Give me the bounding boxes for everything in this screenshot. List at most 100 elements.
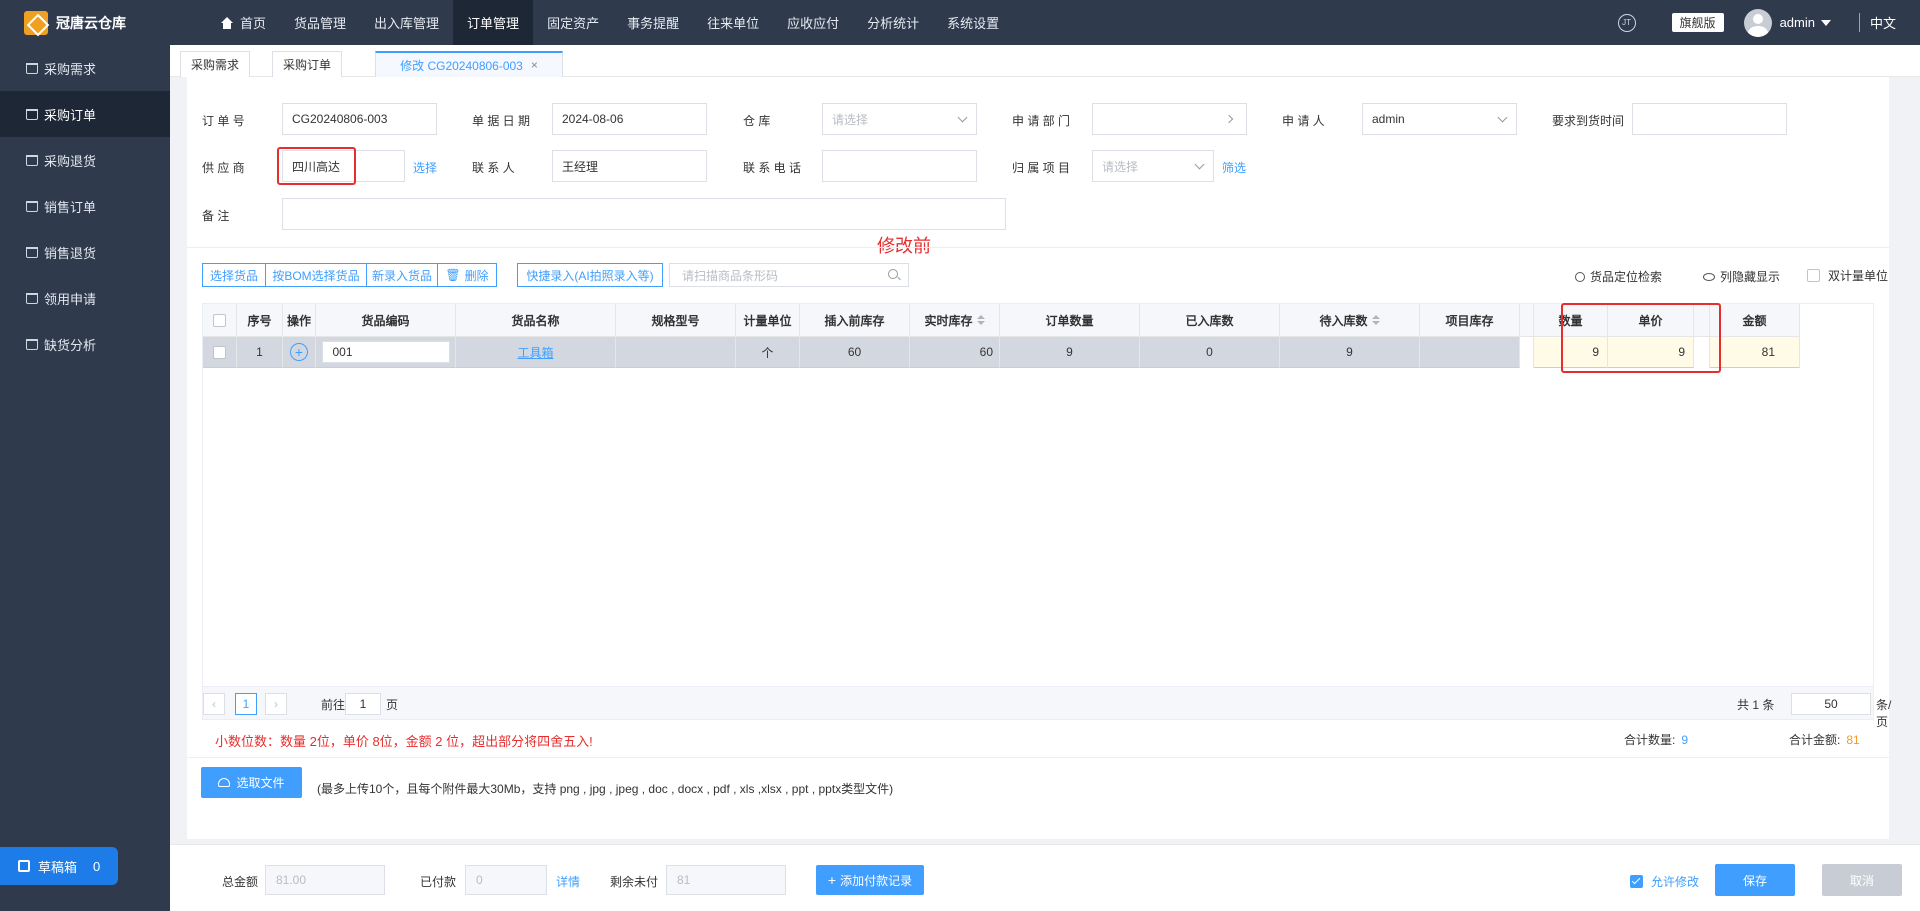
nav-orders[interactable]: 订单管理 [453, 0, 534, 45]
remark-input[interactable] [282, 198, 1006, 230]
tab-edit-order[interactable]: 修改 CG20240806-003 × [375, 51, 563, 77]
bag-icon [26, 200, 38, 212]
col-header: 序号 [237, 304, 283, 337]
project-label: 归 属 项 目 [1012, 161, 1071, 175]
col-header: 金额 [1710, 304, 1800, 337]
col-header: 计量单位 [736, 304, 800, 337]
sidebar-item-shortage[interactable]: 缺货分析 [0, 321, 170, 367]
quick-entry-button[interactable]: 快捷录入(AI拍照录入等) [517, 263, 663, 287]
paid-label: 已付款 [420, 875, 457, 889]
row-checkbox[interactable] [203, 337, 237, 368]
phone-input[interactable] [822, 150, 977, 182]
delete-button[interactable]: 🗑 删除 [437, 263, 497, 287]
col-header-sortable[interactable]: 待入库数 [1280, 304, 1420, 337]
app-logo[interactable]: 冠唐云仓库 [0, 0, 170, 45]
remark-label: 备 注 [202, 209, 230, 223]
bom-select-button[interactable]: 按BOM选择货品 [265, 263, 367, 287]
header-select-all[interactable] [203, 304, 237, 337]
cart-icon [26, 338, 38, 350]
select-supplier-link[interactable]: 选择 [413, 159, 437, 176]
divider [187, 757, 1889, 758]
nav-assets[interactable]: 固定资产 [533, 0, 613, 45]
close-icon[interactable]: × [531, 58, 538, 72]
cell-in-qty: 0 [1140, 337, 1280, 368]
annotation-box-qty-price [1561, 303, 1721, 373]
allow-edit-checkbox[interactable]: 允许修改 [1630, 873, 1699, 890]
page-number[interactable]: 1 [235, 693, 257, 715]
dual-unit-checkbox[interactable]: 双计量单位 [1807, 267, 1888, 284]
supplier-label: 供 应 商 [202, 161, 245, 175]
nav-settings[interactable]: 系统设置 [933, 0, 1013, 45]
sidebar-item-requisition[interactable]: 领用申请 [0, 275, 170, 321]
upload-tip: (最多上传10个，且每个附件最大30Mb，支持 png , jpg , jpeg… [317, 782, 894, 796]
upload-file-button[interactable]: 选取文件 [201, 767, 302, 798]
edition-badge: 旗舰版 [1671, 13, 1724, 32]
top-bar: 冠唐云仓库 首页 货品管理 出入库管理 订单管理 固定资产 事务提醒 往来单位 … [0, 0, 1920, 45]
sidebar-item-sales-order[interactable]: 销售订单 [0, 183, 170, 229]
applicant-select[interactable]: admin [1362, 103, 1517, 135]
draft-box-button[interactable]: 草稿箱 0 [0, 847, 118, 885]
caret-down-icon[interactable] [1820, 19, 1831, 26]
goods-code-input[interactable]: 001 [321, 341, 450, 363]
arrival-date-input[interactable] [1632, 103, 1787, 135]
project-select[interactable]: 请选择 [1092, 150, 1214, 182]
locate-goods-button[interactable]: 货品定位检索 [1575, 268, 1662, 285]
select-goods-button[interactable]: 选择货品 [202, 263, 266, 287]
nav-analytics[interactable]: 分析统计 [853, 0, 933, 45]
col-header-sortable[interactable]: 实时库存 [910, 304, 1000, 337]
hide-columns-button[interactable]: 列隐藏显示 [1703, 268, 1780, 285]
nav-home[interactable]: 首页 [206, 0, 280, 45]
annotation-text: 修改前 [877, 236, 931, 256]
sidebar-item-purchase-demand[interactable]: 采购需求 [0, 45, 170, 91]
tab-purchase-order[interactable]: 采购订单 [272, 51, 342, 77]
page-size-select[interactable]: 50 [1791, 693, 1871, 715]
arrival-label: 要求到货时间 [1552, 114, 1625, 128]
plus-circle-icon: + [290, 343, 308, 361]
sidebar-item-sales-return[interactable]: 销售退货 [0, 229, 170, 275]
cell-spec [616, 337, 736, 368]
save-button[interactable]: 保存 [1715, 864, 1795, 896]
goods-name-link[interactable]: 工具箱 [517, 344, 553, 361]
nav-goods[interactable]: 货品管理 [280, 0, 360, 45]
sidebar-item-purchase-return[interactable]: 采购退货 [0, 137, 170, 183]
chevron-down-icon [1194, 159, 1205, 170]
cell-project-stock [1420, 337, 1520, 368]
date-input[interactable]: 2024-08-06 [552, 103, 707, 135]
page-label: 页 [386, 698, 399, 712]
cell-unit: 个 [736, 337, 800, 368]
home-icon [220, 16, 234, 29]
nav-reminders[interactable]: 事务提醒 [613, 0, 693, 45]
nav-partners[interactable]: 往来单位 [693, 0, 773, 45]
user-name[interactable]: admin [1780, 15, 1815, 30]
nav-inout[interactable]: 出入库管理 [360, 0, 453, 45]
cell-name: 工具箱 [456, 337, 616, 368]
tab-purchase-demand[interactable]: 采购需求 [180, 51, 250, 77]
contact-input[interactable]: 王经理 [552, 150, 707, 182]
dept-select[interactable] [1092, 103, 1247, 135]
next-page-button[interactable]: › [265, 693, 287, 715]
add-row-button[interactable]: + [283, 337, 316, 368]
bag-icon [26, 246, 38, 258]
order-no-input[interactable]: CG20240806-003 [282, 103, 437, 135]
goto-page-input[interactable]: 1 [345, 693, 381, 715]
barcode-scan-input[interactable]: 请扫描商品条形码 [669, 263, 909, 287]
phone-label: 联 系 电 话 [743, 161, 802, 175]
order-edit-panel: 订 单 号 CG20240806-003 单 据 日 期 2024-08-06 … [187, 77, 1891, 839]
unpaid-label: 剩余未付 [610, 875, 659, 889]
new-goods-button[interactable]: 新录入货品 [366, 263, 438, 287]
filter-project-link[interactable]: 筛选 [1222, 159, 1246, 176]
language-switch[interactable]: 中文 [1858, 13, 1896, 32]
paid-detail-link[interactable]: 详情 [556, 873, 580, 890]
tab-bar: 采购需求 采购订单 修改 CG20240806-003 × [170, 45, 1920, 77]
warehouse-select[interactable]: 请选择 [822, 103, 977, 135]
avatar[interactable] [1743, 8, 1772, 37]
total-qty: 合计数量: 9 [1624, 733, 1689, 747]
cell-code: 001 [316, 337, 456, 368]
cancel-button[interactable]: 取消 [1822, 864, 1902, 896]
brand-circle-icon[interactable]: JT [1617, 13, 1636, 32]
prev-page-button[interactable]: ‹ [203, 693, 225, 715]
cell-stock-now: 60 [910, 337, 1000, 368]
add-payment-button[interactable]: + 添加付款记录 [816, 865, 924, 895]
sidebar-item-purchase-order[interactable]: 采购订单 [0, 91, 170, 137]
nav-receivables[interactable]: 应收应付 [773, 0, 853, 45]
